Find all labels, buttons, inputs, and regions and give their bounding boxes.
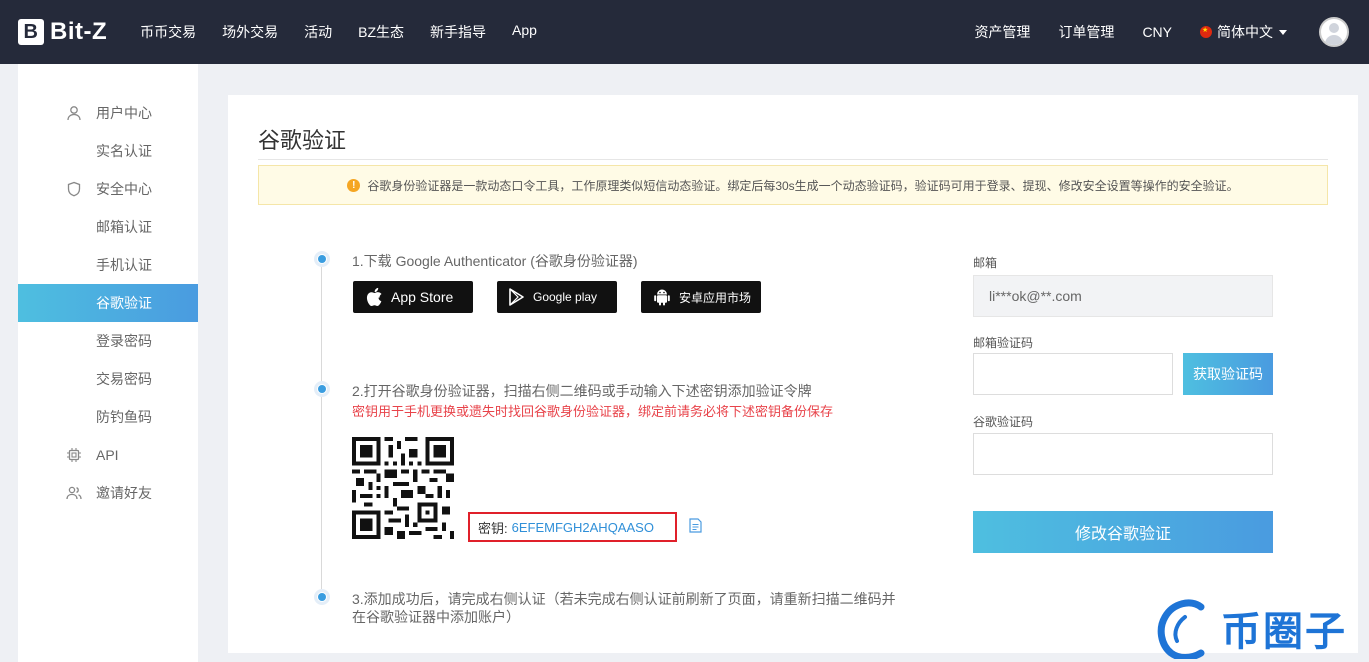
sidebar-item-label: 实名认证	[96, 143, 152, 159]
sidebar-item-label: 用户中心	[96, 105, 152, 121]
users-icon	[66, 486, 82, 500]
user-nav: 资产管理 订单管理 CNY 简体中文	[960, 17, 1349, 47]
step-3-text-line1: 3.添加成功后，请完成右侧认证（若未完成右侧认证前刷新了页面，请重新扫描二维码并	[352, 591, 896, 607]
step-1-marker	[314, 251, 330, 267]
nav-spot-trading[interactable]: 币币交易	[140, 22, 196, 42]
watermark: 币圈子	[1155, 594, 1369, 662]
secret-key-value[interactable]: 6EFEMFGH2AHQAASO	[512, 520, 654, 535]
main-panel: 谷歌验证 ! 谷歌身份验证器是一款动态口令工具，工作原理类似短信动态验证。绑定后…	[228, 95, 1358, 653]
android-market-button[interactable]: 安卓应用市场	[641, 281, 761, 313]
sidebar-item-label: 邀请好友	[96, 485, 152, 501]
app-store-button[interactable]: App Store	[353, 281, 473, 313]
notice-text: 谷歌身份验证器是一款动态口令工具，工作原理类似短信动态验证。绑定后每30s生成一…	[367, 178, 1239, 193]
sidebar-item-label: 防钓鱼码	[96, 409, 152, 425]
main-nav: 币币交易 场外交易 活动 BZ生态 新手指导 App	[127, 22, 550, 42]
email-code-label: 邮箱验证码	[973, 336, 1034, 350]
title-divider	[258, 159, 1328, 160]
sidebar-item-email-auth[interactable]: 邮箱认证	[18, 208, 198, 246]
top-navbar: B Bit-Z 币币交易 场外交易 活动 BZ生态 新手指导 App 资产管理 …	[0, 0, 1369, 64]
sidebar-item-label: 邮箱认证	[96, 219, 152, 235]
step-2-text: 2.打开谷歌身份验证器，扫描右侧二维码或手动输入下述密钥添加验证令牌	[352, 383, 812, 399]
user-icon	[67, 106, 81, 121]
brand-logo[interactable]: B Bit-Z	[18, 18, 107, 46]
sidebar-item-label: 手机认证	[96, 257, 152, 273]
sidebar-item-api[interactable]: API	[18, 436, 198, 474]
android-market-label: 安卓应用市场	[679, 290, 752, 305]
logo-mark-icon: B	[18, 19, 44, 45]
china-flag-icon	[1200, 26, 1212, 38]
google-code-input[interactable]	[973, 433, 1273, 475]
android-icon	[654, 289, 670, 306]
brand-name: Bit-Z	[50, 18, 108, 45]
nav-otc-trading[interactable]: 场外交易	[222, 22, 278, 42]
step-3-marker	[314, 589, 330, 605]
sidebar-item-label: 登录密码	[96, 333, 152, 349]
sidebar-item-phone-auth[interactable]: 手机认证	[18, 246, 198, 284]
sidebar-item-user-center[interactable]: 用户中心	[18, 94, 198, 132]
language-label: 简体中文	[1217, 24, 1273, 40]
email-field: li***ok@**.com	[973, 275, 1273, 317]
modify-google-auth-button[interactable]: 修改谷歌验证	[973, 511, 1273, 553]
sidebar-item-label: API	[96, 447, 119, 463]
steps-timeline	[321, 258, 322, 598]
google-play-icon	[509, 288, 524, 306]
page-title: 谷歌验证	[258, 128, 347, 153]
sidebar-item-login-password[interactable]: 登录密码	[18, 322, 198, 360]
copy-icon[interactable]	[689, 518, 702, 533]
currency-selector[interactable]: CNY	[1142, 24, 1172, 40]
nav-app[interactable]: App	[512, 22, 537, 42]
sidebar-item-label: 交易密码	[96, 371, 152, 387]
secret-key-box: 密钥: 6EFEMFGH2AHQAASO	[468, 512, 677, 542]
sidebar-item-trade-password[interactable]: 交易密码	[18, 360, 198, 398]
nav-bz-ecosystem[interactable]: BZ生态	[358, 22, 404, 42]
google-play-label: Google play	[533, 290, 598, 304]
step-2-warning: 密钥用于手机更换或遗失时找回谷歌身份验证器，绑定前请务必将下述密钥备份保存	[352, 404, 834, 419]
avatar[interactable]	[1319, 17, 1349, 47]
step-2-marker	[314, 381, 330, 397]
chevron-down-icon	[1279, 30, 1287, 35]
shield-icon	[67, 181, 81, 197]
sidebar-item-label: 安全中心	[96, 181, 152, 197]
nav-asset-management[interactable]: 资产管理	[974, 22, 1030, 42]
watermark-text: 币圈子	[1221, 609, 1347, 655]
nav-beginner-guide[interactable]: 新手指导	[430, 22, 486, 42]
sidebar-item-invite-friends[interactable]: 邀请好友	[18, 474, 198, 512]
step-3-text-line2: 在谷歌验证器中添加账户）	[352, 609, 520, 625]
warning-icon: !	[347, 178, 361, 192]
chip-icon	[67, 448, 81, 462]
sidebar-item-real-name[interactable]: 实名认证	[18, 132, 198, 170]
sidebar-item-google-auth[interactable]: 谷歌验证	[18, 284, 198, 322]
nav-order-management[interactable]: 订单管理	[1058, 22, 1114, 42]
language-selector[interactable]: 简体中文	[1200, 22, 1287, 42]
sidebar-item-label: 谷歌验证	[96, 295, 152, 311]
nav-activity[interactable]: 活动	[304, 22, 332, 42]
sidebar-item-security-center[interactable]: 安全中心	[18, 170, 198, 208]
step-1-text: 1.下载 Google Authenticator (谷歌身份验证器)	[352, 253, 638, 269]
google-play-button[interactable]: Google play	[497, 281, 617, 313]
get-code-button[interactable]: 获取验证码	[1183, 353, 1273, 395]
sidebar: 用户中心 实名认证 安全中心 邮箱认证 手机认证 谷歌验证 登录密码 交易密码 …	[18, 64, 198, 662]
watermark-logo-icon	[1157, 599, 1205, 659]
apple-icon	[366, 287, 382, 306]
app-store-label: App Store	[391, 289, 454, 305]
google-code-label: 谷歌验证码	[973, 415, 1034, 429]
email-code-input[interactable]	[973, 353, 1173, 395]
notice-banner: ! 谷歌身份验证器是一款动态口令工具，工作原理类似短信动态验证。绑定后每30s生…	[258, 165, 1328, 205]
secret-key-label: 密钥:	[478, 520, 508, 536]
qr-code	[352, 437, 454, 539]
email-label: 邮箱	[973, 256, 998, 270]
sidebar-item-anti-phishing[interactable]: 防钓鱼码	[18, 398, 198, 436]
